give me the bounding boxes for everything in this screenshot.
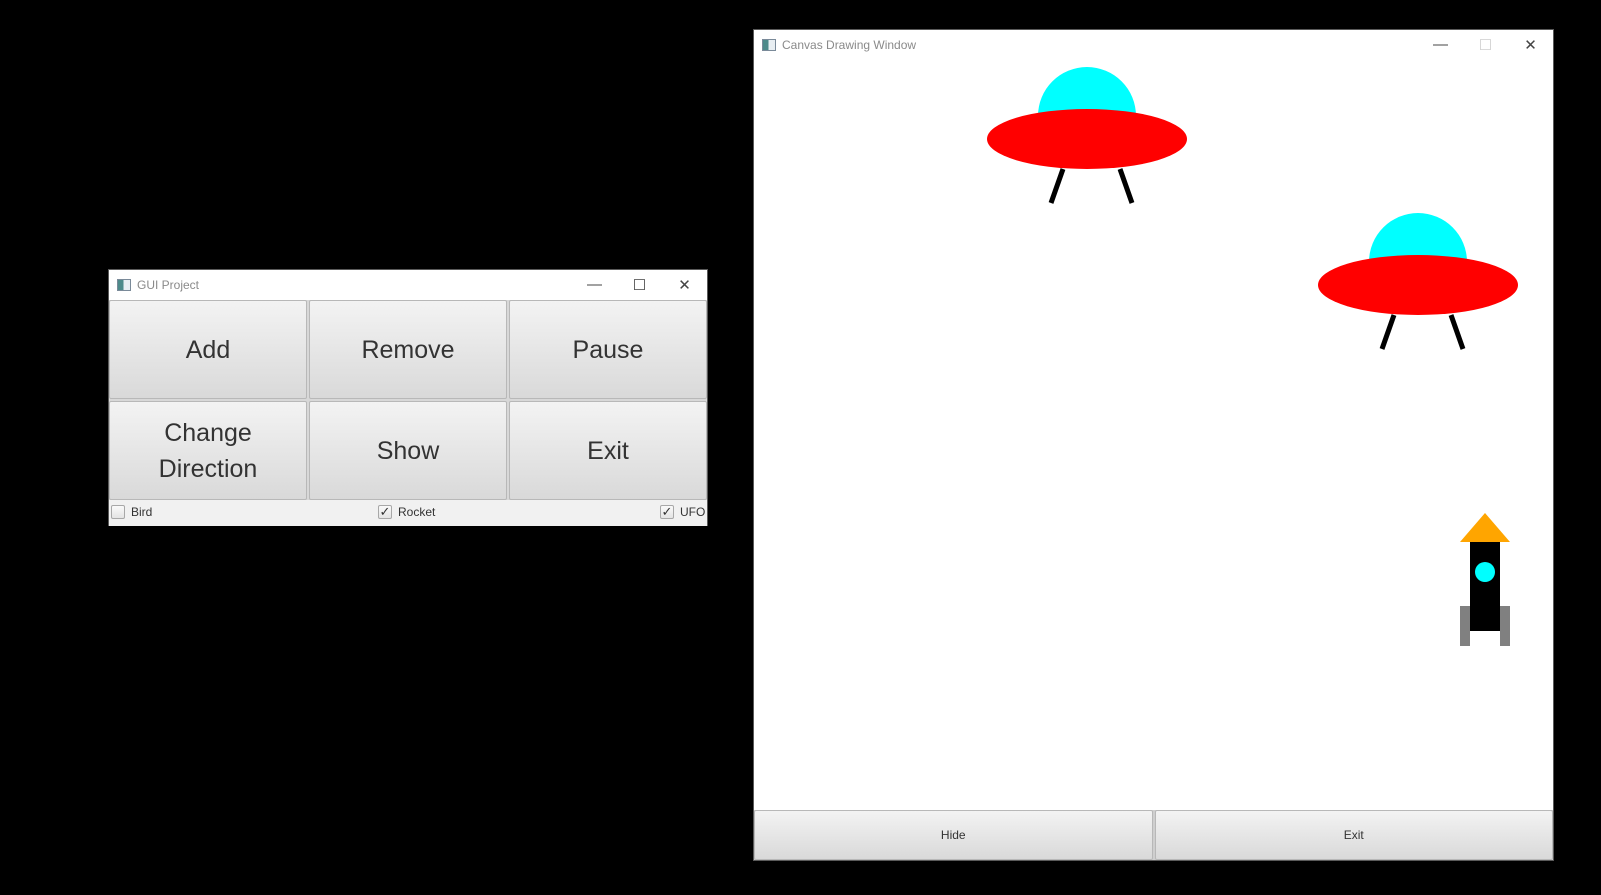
app-icon	[762, 38, 776, 51]
ufo-1	[987, 67, 1187, 204]
ufo-2-body	[1318, 255, 1518, 315]
close-icon[interactable]: ✕	[662, 270, 707, 299]
canvas-title-bar[interactable]: Canvas Drawing Window — ☐ ✕	[754, 30, 1553, 59]
ufo-2-leg-right	[1448, 314, 1466, 350]
bird-checkbox-box[interactable]	[111, 505, 125, 519]
rocket-nose	[1460, 513, 1510, 542]
rocket-body	[1470, 542, 1500, 631]
change-direction-button[interactable]: Change Direction	[109, 401, 307, 500]
rocket-window	[1475, 562, 1495, 582]
rocket-checkbox-label: Rocket	[398, 505, 436, 519]
bird-checkbox[interactable]: Bird	[111, 505, 152, 519]
ufo-checkbox[interactable]: ✓ UFO	[660, 505, 705, 519]
bird-checkbox-label: Bird	[131, 505, 153, 519]
close-icon[interactable]: ✕	[1508, 30, 1553, 59]
exit-button[interactable]: Exit	[509, 401, 707, 500]
canvas-button-bar: Hide Exit	[754, 810, 1553, 860]
ufo-1-leg-right	[1117, 168, 1135, 204]
rocket-checkbox-box[interactable]: ✓	[378, 505, 392, 519]
maximize-icon: ☐	[1478, 36, 1493, 54]
minimize-icon[interactable]: —	[1418, 30, 1463, 59]
minimize-icon[interactable]: —	[572, 270, 617, 299]
pause-button[interactable]: Pause	[509, 300, 707, 399]
object-checkboxes: Bird ✓ Rocket ✓ UFO	[109, 500, 707, 526]
button-grid: Add Remove Pause Change Direction Show E…	[109, 300, 707, 500]
rocket-fin-right	[1500, 606, 1510, 646]
gui-project-window: GUI Project — ☐ ✕ Add Remove Pause Chang…	[108, 269, 708, 526]
maximize-icon[interactable]: ☐	[617, 270, 662, 299]
canvas-exit-button[interactable]: Exit	[1154, 810, 1553, 860]
ufo-1-dome	[1038, 67, 1136, 116]
rocket-fin-left	[1460, 606, 1470, 646]
gui-window-title: GUI Project	[137, 277, 200, 292]
ufo-checkbox-box[interactable]: ✓	[660, 505, 674, 519]
ufo-2-dome	[1369, 213, 1467, 262]
ufo-checkbox-label: UFO	[680, 505, 706, 519]
ufo-1-leg-left	[1048, 168, 1066, 204]
hide-button[interactable]: Hide	[754, 810, 1153, 860]
rocket	[1460, 513, 1510, 646]
ufo-2-leg-left	[1379, 314, 1397, 350]
remove-button[interactable]: Remove	[309, 300, 507, 399]
ufo-1-body	[987, 109, 1187, 169]
add-button[interactable]: Add	[109, 300, 307, 399]
canvas-drawing-window: Canvas Drawing Window — ☐ ✕ Hide Exit	[753, 29, 1554, 861]
drawing-canvas[interactable]	[754, 59, 1553, 840]
app-icon	[117, 278, 131, 291]
canvas-window-title: Canvas Drawing Window	[782, 37, 917, 52]
rocket-checkbox[interactable]: ✓ Rocket	[378, 505, 435, 519]
show-button[interactable]: Show	[309, 401, 507, 500]
ufo-2	[1318, 213, 1518, 350]
gui-title-bar[interactable]: GUI Project — ☐ ✕	[109, 270, 707, 299]
